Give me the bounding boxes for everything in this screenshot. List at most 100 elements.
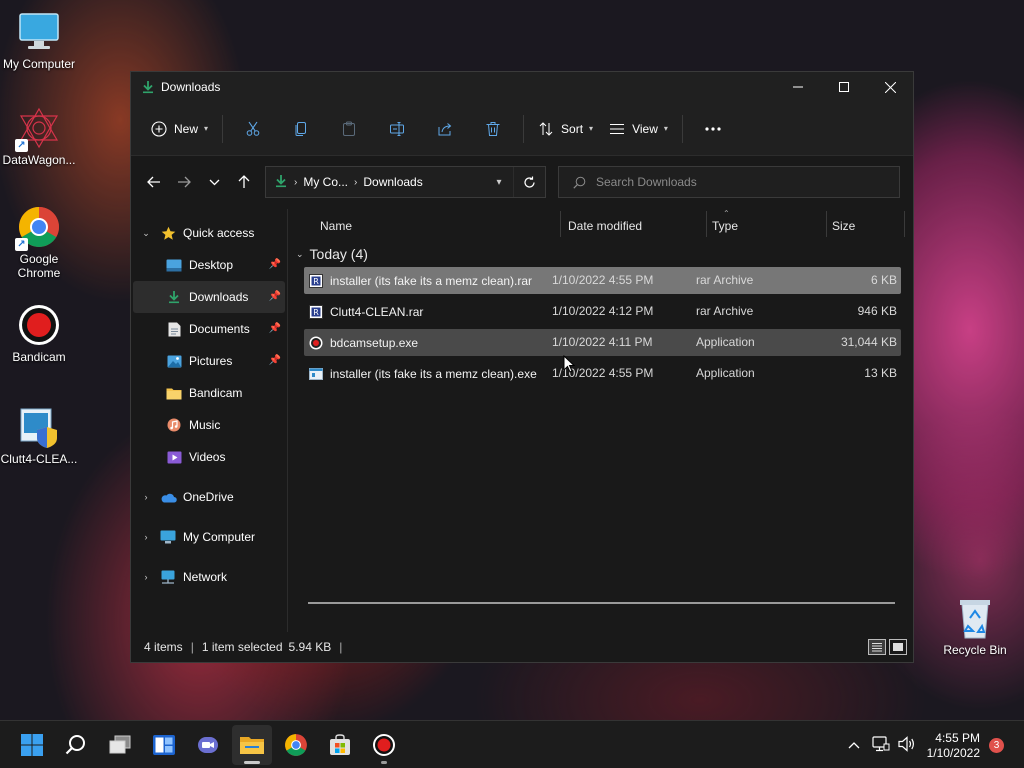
desktop-icon-clutt4[interactable]: Clutt4-CLEA... bbox=[0, 405, 78, 466]
recent-locations-button[interactable] bbox=[199, 167, 229, 197]
expand-chevron-icon[interactable]: › bbox=[133, 572, 159, 582]
notification-badge[interactable]: 3 bbox=[989, 738, 1004, 753]
cloud-icon bbox=[159, 489, 177, 505]
address-dropdown-icon[interactable]: ▾ bbox=[485, 177, 513, 188]
file-row[interactable]: installer (its fake its a memz clean).ex… bbox=[304, 360, 901, 387]
sidebar-item-downloads[interactable]: Downloads 📌 bbox=[133, 281, 285, 313]
title-bar[interactable]: Downloads bbox=[131, 72, 913, 102]
desktop-icon-bandicam[interactable]: Bandicam bbox=[0, 303, 78, 364]
active-indicator bbox=[244, 761, 260, 764]
file-list: ⌃ Name Date modified Type Size ⌄ Today (… bbox=[288, 209, 913, 632]
sidebar-item-label: OneDrive bbox=[183, 490, 234, 504]
search-icon bbox=[573, 176, 586, 189]
paste-button[interactable] bbox=[325, 113, 373, 145]
search-box[interactable]: Search Downloads bbox=[558, 166, 900, 198]
forward-button[interactable] bbox=[169, 167, 199, 197]
minimize-button[interactable] bbox=[775, 72, 821, 102]
desktop-icon-my-computer[interactable]: My Computer bbox=[0, 10, 78, 71]
cut-button[interactable] bbox=[229, 113, 277, 145]
expand-chevron-icon[interactable]: › bbox=[133, 492, 159, 502]
view-toggle bbox=[868, 639, 907, 655]
new-button[interactable]: New ▾ bbox=[143, 113, 216, 145]
rename-button[interactable] bbox=[373, 113, 421, 145]
tiles-view-button[interactable] bbox=[889, 639, 907, 655]
sidebar-item-label: Music bbox=[189, 418, 221, 432]
column-divider[interactable] bbox=[904, 211, 905, 237]
sidebar-item-bandicam[interactable]: Bandicam bbox=[133, 377, 285, 409]
share-button[interactable] bbox=[421, 113, 469, 145]
bandicam-button[interactable] bbox=[364, 725, 404, 765]
pin-icon[interactable]: 📌 bbox=[269, 323, 281, 334]
sidebar-item-desktop[interactable]: Desktop 📌 bbox=[133, 249, 285, 281]
pin-icon[interactable]: 📌 bbox=[269, 291, 281, 302]
clock[interactable]: 4:55 PM 1/10/2022 bbox=[927, 731, 980, 761]
file-row[interactable]: bdcamsetup.exe 1/10/2022 4:11 PM Applica… bbox=[304, 329, 901, 356]
column-divider[interactable] bbox=[706, 211, 707, 237]
chevron-down-icon: ▾ bbox=[589, 124, 594, 133]
start-button[interactable] bbox=[12, 725, 52, 765]
sidebar-item-onedrive[interactable]: › OneDrive bbox=[133, 481, 285, 513]
search-button[interactable] bbox=[56, 725, 96, 765]
desktop-icon-datawagon[interactable]: ↗ DataWagon... bbox=[0, 106, 78, 167]
desktop-icon-recycle-bin[interactable]: Recycle Bin bbox=[936, 596, 1014, 657]
file-row[interactable]: R installer (its fake its a memz clean).… bbox=[304, 267, 901, 294]
widgets-button[interactable] bbox=[144, 725, 184, 765]
sort-button[interactable]: Sort ▾ bbox=[530, 113, 601, 145]
close-button[interactable] bbox=[867, 72, 913, 102]
file-size: 13 KB bbox=[864, 366, 897, 380]
network-status-button[interactable] bbox=[868, 735, 894, 755]
mouse-cursor-icon bbox=[563, 354, 576, 376]
volume-button[interactable] bbox=[894, 735, 920, 755]
rar-archive-icon: R bbox=[308, 304, 324, 320]
sidebar-item-label: Desktop bbox=[189, 258, 234, 272]
show-hidden-icons-button[interactable] bbox=[840, 738, 868, 752]
back-button[interactable] bbox=[139, 167, 169, 197]
group-header-today[interactable]: ⌄ Today (4) bbox=[288, 241, 913, 267]
breadcrumb-downloads[interactable]: Downloads bbox=[363, 175, 422, 189]
maximize-button[interactable] bbox=[821, 72, 867, 102]
file-explorer-button[interactable] bbox=[232, 725, 272, 765]
column-header-date[interactable]: Date modified bbox=[568, 219, 642, 233]
share-icon bbox=[438, 122, 452, 135]
up-button[interactable] bbox=[229, 167, 259, 197]
pin-icon[interactable]: 📌 bbox=[269, 355, 281, 366]
column-header-type[interactable]: Type bbox=[712, 219, 738, 233]
monitor-icon bbox=[159, 529, 177, 545]
pin-icon[interactable]: 📌 bbox=[269, 259, 281, 270]
breadcrumb-my-computer[interactable]: My Co... bbox=[303, 175, 348, 189]
expand-chevron-icon[interactable]: ⌄ bbox=[133, 228, 159, 239]
horizontal-scrollbar[interactable] bbox=[308, 602, 895, 604]
chevron-up-icon bbox=[848, 742, 860, 749]
delete-button[interactable] bbox=[469, 113, 517, 145]
file-type: Application bbox=[696, 335, 755, 349]
teams-chat-button[interactable] bbox=[188, 725, 228, 765]
address-bar[interactable]: › My Co... › Downloads ▾ bbox=[265, 166, 546, 198]
sidebar-item-quick-access[interactable]: ⌄ Quick access bbox=[133, 217, 285, 249]
sidebar-item-pictures[interactable]: Pictures 📌 bbox=[133, 345, 285, 377]
sidebar-item-music[interactable]: Music bbox=[133, 409, 285, 441]
chrome-icon: ↗ bbox=[15, 205, 61, 251]
file-row[interactable]: R Clutt4-CLEAN.rar 1/10/2022 4:12 PM rar… bbox=[304, 298, 901, 325]
sidebar-item-documents[interactable]: Documents 📌 bbox=[133, 313, 285, 345]
sidebar-item-my-computer[interactable]: › My Computer bbox=[133, 521, 285, 553]
videos-icon bbox=[165, 449, 183, 465]
chrome-button[interactable] bbox=[276, 725, 316, 765]
sidebar-item-network[interactable]: › Network bbox=[133, 561, 285, 593]
store-button[interactable] bbox=[320, 725, 360, 765]
sidebar-item-videos[interactable]: Videos bbox=[133, 441, 285, 473]
desktop-icon-label: My Computer bbox=[2, 57, 76, 71]
column-header-name[interactable]: Name bbox=[320, 219, 352, 233]
more-options-button[interactable] bbox=[689, 113, 737, 145]
column-header-size[interactable]: Size bbox=[832, 219, 855, 233]
desktop-icon-chrome[interactable]: ↗ Google Chrome bbox=[0, 205, 78, 280]
collapse-chevron-icon[interactable]: ⌄ bbox=[296, 249, 304, 260]
details-view-button[interactable] bbox=[868, 639, 886, 655]
file-date: 1/10/2022 4:55 PM bbox=[552, 273, 654, 287]
view-button[interactable]: View ▾ bbox=[601, 113, 676, 145]
refresh-button[interactable] bbox=[513, 167, 545, 197]
expand-chevron-icon[interactable]: › bbox=[133, 532, 159, 542]
task-view-button[interactable] bbox=[100, 725, 140, 765]
column-divider[interactable] bbox=[826, 211, 827, 237]
column-divider[interactable] bbox=[560, 211, 561, 237]
copy-button[interactable] bbox=[277, 113, 325, 145]
